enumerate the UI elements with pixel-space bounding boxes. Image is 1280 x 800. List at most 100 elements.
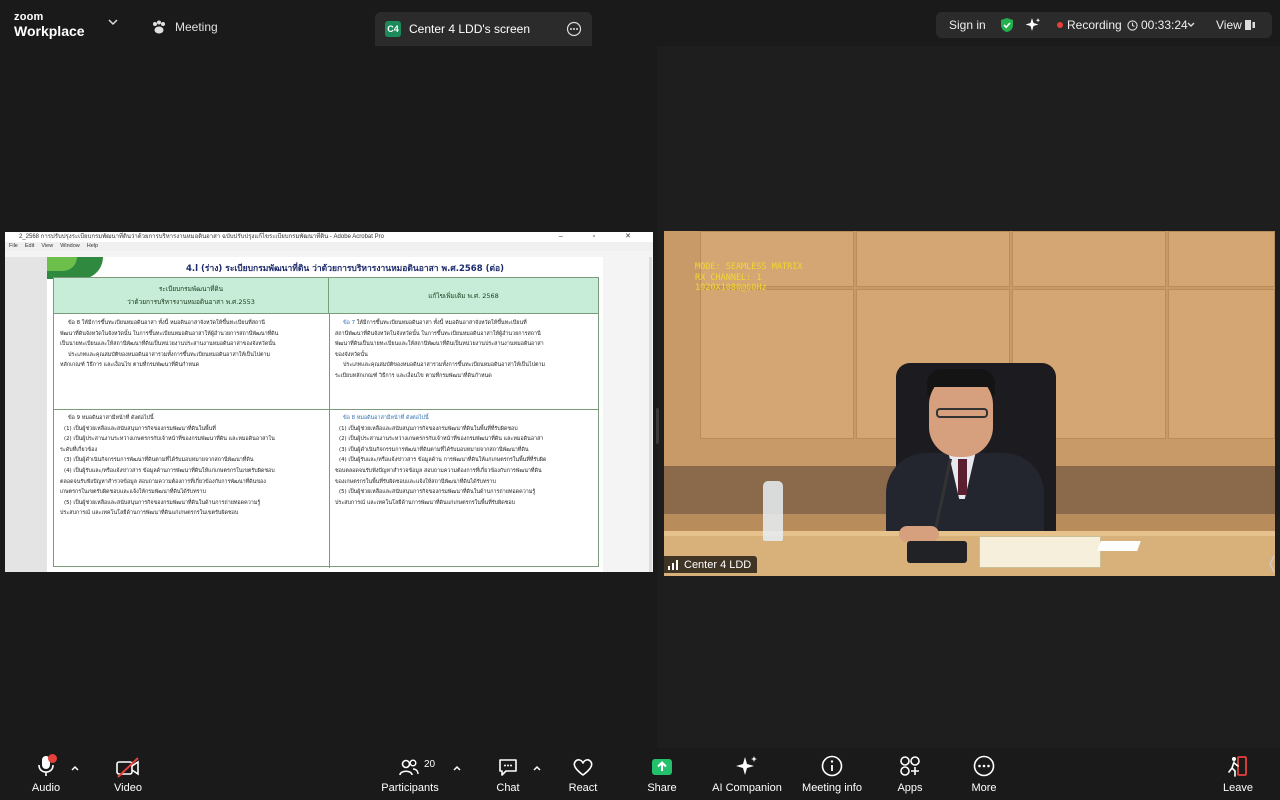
meeting-status-bar: Sign in Recording 00:33:24 View bbox=[936, 12, 1272, 38]
menu-help: Help bbox=[86, 243, 99, 249]
shield-check-icon[interactable] bbox=[1000, 17, 1014, 33]
more-button[interactable]: More bbox=[966, 748, 1002, 800]
cell-line: ของเกษตรกรในพื้นที่รับผิดชอบและแจ้งให้สถ… bbox=[335, 478, 496, 485]
meeting-timer: 00:33:24 bbox=[1141, 18, 1188, 32]
cell-line: ข้อ 7 ให้มีการขึ้นทะเบียนหมอดินอาสา ทั้ง… bbox=[335, 318, 595, 329]
cell-line: ข้อ 9 หมอดินอาสามีหน้าที่ ดังต่อไปนี้ bbox=[68, 415, 154, 421]
signin-button[interactable]: Sign in bbox=[949, 18, 986, 32]
apps-button[interactable]: Apps bbox=[892, 748, 928, 800]
video-button[interactable]: Video bbox=[108, 748, 148, 800]
water-bottle bbox=[763, 481, 783, 541]
cell-line: ประสบการณ์ และเทคโนโลยีด้านการพัฒนาที่ดิ… bbox=[60, 510, 239, 517]
ai-companion-button[interactable]: AI Companion bbox=[710, 748, 784, 800]
chevron-down-icon[interactable] bbox=[106, 15, 120, 29]
meeting-label: Meeting bbox=[175, 20, 218, 34]
video-overlay-text: MODE: SEAMLESS MATRIX RX CHANNEL: 1 1920X1… bbox=[695, 262, 802, 294]
audio-button[interactable]: Audio bbox=[24, 748, 68, 800]
wall-panel bbox=[700, 289, 854, 439]
zoom-workplace-logo[interactable]: zoom Workplace bbox=[14, 12, 85, 39]
people-icon bbox=[399, 759, 419, 776]
collapse-gallery-icon[interactable] bbox=[1268, 555, 1276, 573]
chevron-down-icon[interactable] bbox=[1186, 19, 1196, 31]
cell-line: (4) เป็นผู้รับและ/หรือแจ้งข่าวสาร ข้อมูล… bbox=[64, 467, 275, 474]
apps-label: Apps bbox=[897, 782, 923, 794]
audio-alert-badge bbox=[48, 754, 57, 763]
menu-file: File bbox=[9, 243, 18, 249]
menu-window: Window bbox=[60, 243, 80, 249]
meeting-info-label: Meeting info bbox=[802, 782, 862, 794]
chevron-up-icon[interactable] bbox=[532, 764, 542, 772]
ai-sparkle-icon[interactable] bbox=[1025, 17, 1041, 33]
speaker-hair bbox=[927, 369, 995, 387]
chevron-up-icon[interactable] bbox=[70, 764, 80, 772]
view-layout-icon[interactable] bbox=[1244, 19, 1256, 31]
react-label: React bbox=[568, 782, 598, 794]
comparison-table: ระเบียบกรมพัฒนาที่ดิน ว่าด้วยการบริหารงา… bbox=[53, 277, 599, 568]
cell-line: (3) เป็นผู้ดำเนินกิจกรรมการพัฒนาที่ดินตา… bbox=[339, 446, 529, 453]
audio-label: Audio bbox=[31, 782, 61, 794]
meeting-info-button[interactable]: Meeting info bbox=[800, 748, 864, 800]
cell-text: ให้มีการขึ้นทะเบียนหมอดินอาสา ทั้งนี้ หม… bbox=[355, 320, 527, 326]
header-left-line2: ว่าด้วยการบริหารงานหมอดินอาสา พ.ศ.2553 bbox=[127, 298, 255, 306]
cell-line: (5) เป็นผู้ช่วยเหลือและสนับสนุนการกิจของ… bbox=[339, 489, 536, 496]
speaker-hand bbox=[899, 526, 939, 542]
cell-line: เกษตรกรในเขตรับผิดชอบและแจ้งให้กรมพัฒนาท… bbox=[60, 489, 206, 496]
leave-label: Leave bbox=[1223, 782, 1253, 794]
view-button[interactable]: View bbox=[1216, 18, 1242, 32]
recording-dot-icon bbox=[1057, 22, 1063, 28]
share-badge: C4 bbox=[385, 21, 401, 37]
cell-line: ชอบตลอดจนรับฟังปัญหาสำรวจข้อมูล สอบถามคว… bbox=[335, 467, 542, 474]
wall-panel bbox=[1012, 231, 1166, 287]
participants-button[interactable]: Participants bbox=[380, 748, 440, 800]
cell-line: ข้อ 8 ให้มีการขึ้นทะเบียนหมอดินอาสา ทั้ง… bbox=[68, 320, 265, 326]
recording-label[interactable]: Recording bbox=[1067, 18, 1122, 32]
cell-line: (2) เป็นผู้ประสานงานระหว่างเกษตรกรกับเจ้… bbox=[64, 436, 275, 443]
cell-line: ระดับที่เกี่ยวข้อง bbox=[60, 446, 98, 453]
cell-line: (4) เป็นผู้รับและ/หรือแจ้งข่าวสาร ข้อมูล… bbox=[339, 457, 547, 464]
cell-line: ของจังหวัดนั้น bbox=[335, 351, 368, 358]
document-gutter bbox=[5, 257, 47, 572]
participant-video-tile[interactable]: MODE: SEAMLESS MATRIX RX CHANNEL: 1 1920X1… bbox=[664, 231, 1275, 576]
header-right: แก้ไขเพิ่มเติม พ.ศ. 2568 bbox=[428, 291, 499, 300]
cell-line: พัฒนาที่ดินจังหวัดในจังหวัดนั้น ในการขึ้… bbox=[60, 330, 279, 337]
overlay-line: MODE: SEAMLESS MATRIX bbox=[695, 262, 803, 272]
chevron-up-icon[interactable] bbox=[452, 764, 462, 772]
cell-line: ประเภทและคุณสมบัติของหมอดินอาสารวมทั้งกา… bbox=[343, 362, 546, 369]
chat-label: Chat bbox=[496, 782, 520, 794]
chat-button[interactable]: Chat bbox=[492, 748, 524, 800]
cell-line: ประสบการณ์ และเทคโนโลยีด้านการพัฒนาที่ดิ… bbox=[335, 499, 516, 506]
meeting-menu[interactable]: Meeting bbox=[151, 19, 218, 35]
header-left-line1: ระเบียบกรมพัฒนาที่ดิน bbox=[158, 285, 224, 293]
participants-count: 20 bbox=[424, 759, 436, 770]
cell-line: พัฒนาที่ดินเป็นนายทะเบียนและให้สถานีพัฒน… bbox=[335, 341, 544, 348]
shared-document-window: 2_2568 การปรับปรุงระเบียบกรมพัฒนาที่ดินว… bbox=[5, 232, 653, 572]
cell-line: (1) เป็นผู้ช่วยเหลือและสนับสนุนการกิจของ… bbox=[339, 425, 518, 432]
shared-screen-tab[interactable]: C4 Center 4 LDD's screen bbox=[375, 12, 592, 46]
share-label: Center 4 LDD's screen bbox=[409, 22, 531, 36]
share-label: Share bbox=[647, 782, 677, 794]
info-icon bbox=[821, 755, 843, 777]
highlight-text: ข้อ 7 bbox=[343, 320, 356, 326]
document-heading: 4.l (ร่าง) ระเบียบกรมพัฒนาที่ดิน ว่าด้วย… bbox=[186, 264, 504, 274]
more-label: More bbox=[971, 782, 997, 794]
overlay-line: RX CHANNEL: 1 bbox=[695, 272, 762, 283]
speaker-glasses bbox=[936, 408, 988, 418]
document-scrollbar[interactable] bbox=[649, 257, 652, 572]
share-button[interactable]: Share bbox=[642, 748, 682, 800]
microphone-base bbox=[907, 541, 967, 563]
leave-button[interactable]: Leave bbox=[1220, 748, 1256, 800]
leave-icon bbox=[1228, 756, 1247, 777]
cell-line: ข้อ 8 หมอดินอาสามีหน้าที่ ดังต่อไปนี้ bbox=[343, 415, 429, 421]
desk-paper bbox=[1097, 541, 1141, 551]
react-button[interactable]: React bbox=[562, 748, 604, 800]
wall-panel bbox=[1168, 231, 1275, 287]
video-off-icon bbox=[116, 757, 139, 778]
more-options-icon[interactable] bbox=[566, 21, 582, 37]
pane-splitter-handle[interactable] bbox=[656, 408, 659, 444]
table-cell-row1-left: ข้อ 8 ให้มีการขึ้นทะเบียนหมอดินอาสา ทั้ง… bbox=[60, 318, 324, 408]
menu-edit: Edit bbox=[24, 243, 35, 249]
sparkle-icon bbox=[736, 756, 757, 775]
heart-icon bbox=[573, 759, 593, 776]
cell-line: สถานีพัฒนาที่ดินจังหวัดในจังหวัดนั้น ในก… bbox=[335, 330, 541, 337]
overlay-line: 1920X1080@60Hz bbox=[695, 283, 767, 293]
